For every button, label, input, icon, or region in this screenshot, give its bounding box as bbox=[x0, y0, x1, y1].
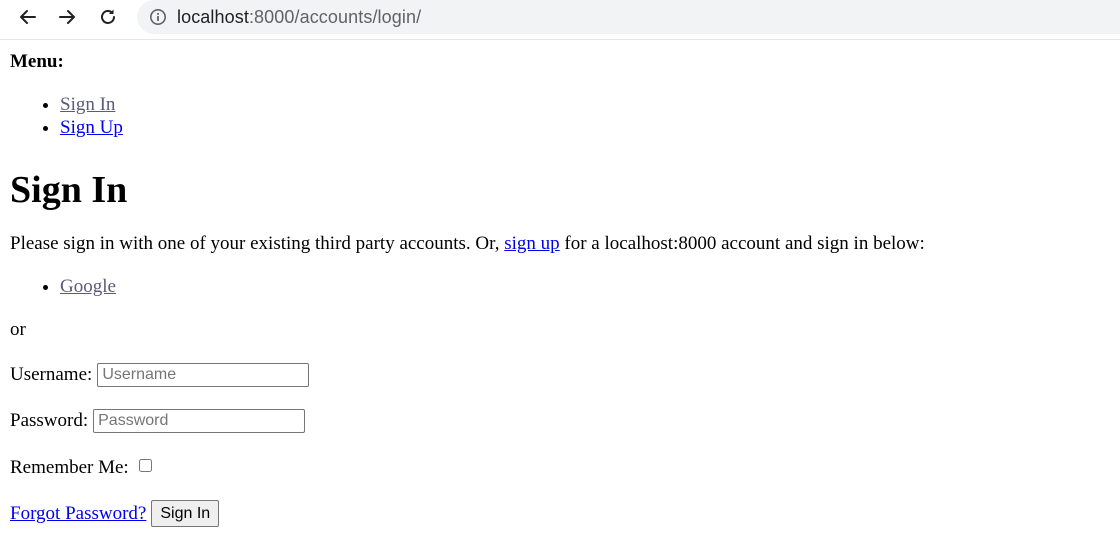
intro-text: Please sign in with one of your existing… bbox=[10, 232, 1110, 256]
sign-up-link[interactable]: Sign Up bbox=[60, 117, 123, 138]
remember-row: Remember Me: bbox=[10, 456, 1110, 480]
google-provider-link[interactable]: Google bbox=[60, 276, 116, 297]
or-separator: or bbox=[10, 319, 26, 340]
username-label: Username: bbox=[10, 364, 93, 385]
menu-item-sign-up: Sign Up bbox=[60, 116, 1110, 139]
intro-text-before: Please sign in with one of your existing… bbox=[10, 233, 505, 254]
username-row: Username: bbox=[10, 362, 1110, 388]
arrow-left-icon bbox=[20, 10, 36, 24]
provider-list: Google bbox=[10, 275, 1110, 299]
browser-toolbar: localhost:8000/accounts/login/ bbox=[0, 0, 1120, 40]
provider-item-google: Google bbox=[60, 275, 1110, 299]
remember-label: Remember Me: bbox=[10, 457, 129, 478]
username-input[interactable] bbox=[97, 363, 310, 387]
info-icon[interactable] bbox=[149, 8, 167, 26]
remember-checkbox[interactable] bbox=[138, 458, 152, 472]
password-label: Password: bbox=[10, 410, 89, 431]
intro-sign-up-link[interactable]: sign up bbox=[504, 233, 559, 254]
reload-icon bbox=[101, 9, 115, 24]
url-host: localhost bbox=[177, 6, 249, 27]
menu-label: Menu: bbox=[10, 51, 64, 72]
forward-button[interactable] bbox=[52, 4, 82, 30]
menu-list: Sign In Sign Up bbox=[10, 93, 1110, 139]
password-input[interactable] bbox=[93, 409, 306, 433]
page-content: Menu: Sign In Sign Up Sign In Please sig… bbox=[0, 51, 1120, 527]
page-title: Sign In bbox=[10, 169, 128, 211]
menu-item-sign-in: Sign In bbox=[60, 93, 1110, 116]
back-button[interactable] bbox=[13, 4, 43, 30]
sign-in-link[interactable]: Sign In bbox=[60, 94, 115, 115]
sign-in-button[interactable]: Sign In bbox=[151, 500, 220, 527]
reload-button[interactable] bbox=[93, 4, 123, 30]
forgot-password-link[interactable]: Forgot Password? bbox=[10, 502, 146, 526]
address-bar[interactable]: localhost:8000/accounts/login/ bbox=[137, 0, 1120, 34]
password-row: Password: bbox=[10, 408, 1110, 434]
arrow-right-icon bbox=[59, 10, 75, 24]
intro-text-after: for a localhost:8000 account and sign in… bbox=[559, 233, 925, 254]
address-url: localhost:8000/accounts/login/ bbox=[177, 7, 421, 28]
url-path: :8000/accounts/login/ bbox=[248, 6, 422, 27]
action-row: Forgot Password? Sign In bbox=[10, 500, 1110, 527]
